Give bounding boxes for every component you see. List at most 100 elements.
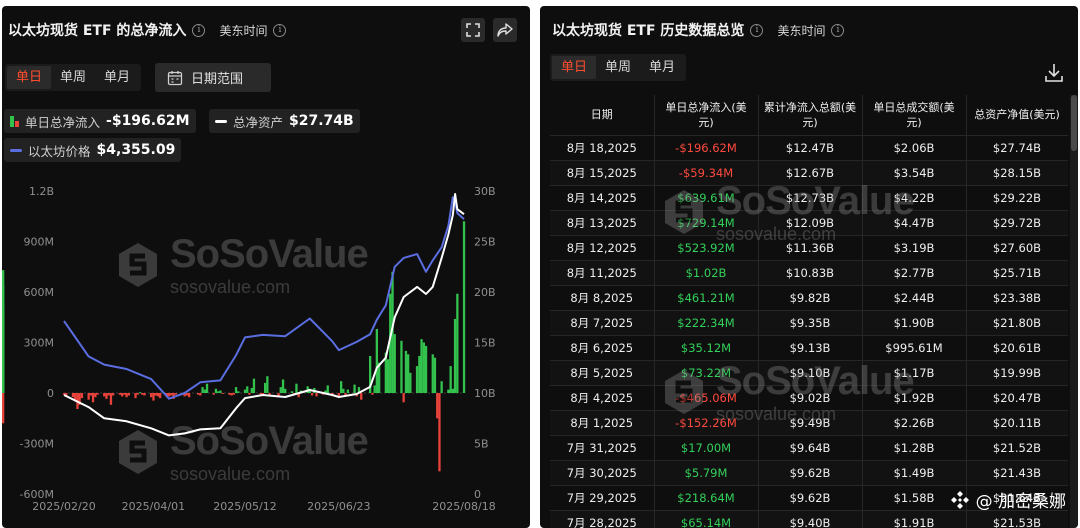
table-row[interactable]: 8月 18,2025 -$196.62M $12.47B $2.06B $27.74B xyxy=(550,135,1068,161)
inflow-bar xyxy=(199,393,202,396)
cell-cumulative: $9.62B xyxy=(758,460,863,486)
cell-cumulative: $9.02B xyxy=(758,385,863,411)
right-title-row: 以太坊现货 ETF 历史数据总览 i 美东时间 i xyxy=(552,20,845,40)
cell-net-inflow: $35.12M xyxy=(654,335,759,361)
legend-net-inflow[interactable]: 单日总净流入 -$196.62M xyxy=(4,109,196,133)
inflow-bar xyxy=(420,339,423,393)
cell-date: 8月 18,2025 xyxy=(550,135,655,161)
inflow-bar xyxy=(404,350,408,393)
cell-cumulative: $9.49B xyxy=(758,410,863,436)
bar-swatch-icon xyxy=(10,115,19,127)
cell-cumulative: $12.73B xyxy=(758,185,863,211)
cell-date: 7月 29,2025 xyxy=(550,485,655,511)
y-right-tick-label: 30B xyxy=(474,185,496,198)
inflow-bar xyxy=(2,305,5,393)
tab-daily[interactable]: 单日 xyxy=(552,56,597,79)
cell-net-inflow: $65.14M xyxy=(654,510,759,528)
tab-weekly[interactable]: 单周 xyxy=(596,56,640,79)
legend-net-assets-value: $27.74B xyxy=(289,113,354,129)
author-credit: @ 加密桑娜 xyxy=(950,487,1066,512)
y-right-tick-label: 20B xyxy=(474,286,496,299)
cell-net-inflow: -$152.26M xyxy=(654,410,759,436)
inflow-bar xyxy=(264,382,267,393)
tab-daily[interactable]: 单日 xyxy=(7,66,52,89)
inflow-bar xyxy=(174,393,177,395)
table-row[interactable]: 8月 8,2025 $461.21M $9.82B $2.44B $23.38B xyxy=(550,285,1068,311)
fullscreen-button[interactable] xyxy=(461,18,485,42)
cell-date: 7月 31,2025 xyxy=(550,435,655,461)
cell-date: 8月 4,2025 xyxy=(550,385,655,411)
legend-net-assets[interactable]: 总净资产 $27.74B xyxy=(209,109,360,133)
inflow-bar xyxy=(219,390,222,393)
info-icon[interactable]: i xyxy=(750,23,764,37)
cell-date: 7月 28,2025 xyxy=(550,510,655,528)
inflow-bar xyxy=(185,393,189,396)
inflow-bar xyxy=(152,393,155,401)
inflow-bar xyxy=(268,393,271,395)
cell-nav: $20.47B xyxy=(966,385,1068,411)
cell-volume: $3.19B xyxy=(862,235,967,261)
table-row[interactable]: 8月 7,2025 $222.34M $9.35B $1.90B $21.80B xyxy=(550,310,1068,336)
cell-net-inflow: $1.02B xyxy=(654,260,759,286)
cell-volume: $1.92B xyxy=(862,385,967,411)
table-row[interactable]: 8月 5,2025 $73.22M $9.10B $1.17B $19.99B xyxy=(550,360,1068,386)
table-row[interactable]: 7月 28,2025 $65.14M $9.40B $1.91B $21.53B xyxy=(550,510,1068,528)
table-row[interactable]: 8月 11,2025 $1.02B $10.83B $2.77B $25.71B xyxy=(550,260,1068,286)
table-row[interactable]: 8月 1,2025 -$152.26M $9.49B $2.26B $20.11B xyxy=(550,410,1068,436)
tab-monthly[interactable]: 单月 xyxy=(95,66,139,89)
col-header-net-inflow[interactable]: 单日总净流入(美元) xyxy=(654,95,759,136)
table-row[interactable]: 7月 31,2025 $17.00M $9.64B $1.28B $21.52B xyxy=(550,435,1068,461)
table-row[interactable]: 8月 6,2025 $35.12M $9.13B $995.61M $20.61B xyxy=(550,335,1068,361)
col-header-volume[interactable]: 单日总成交额(美元) xyxy=(862,95,967,136)
table-row[interactable]: 8月 4,2025 -$465.06M $9.02B $1.92B $20.47B xyxy=(550,385,1068,411)
cell-cumulative: $12.47B xyxy=(758,135,863,161)
download-icon[interactable] xyxy=(1044,62,1064,84)
cell-volume: $1.91B xyxy=(862,510,967,528)
cell-net-inflow: $5.79M xyxy=(654,460,759,486)
inflow-bar xyxy=(109,393,113,405)
cell-date: 8月 14,2025 xyxy=(550,185,655,211)
x-tick-label: 2025/04/01 xyxy=(122,500,185,513)
x-tick-label: 2025/02/20 xyxy=(32,500,95,513)
table-scrollbar[interactable] xyxy=(1070,95,1078,528)
legend-eth-price-value: $4,355.09 xyxy=(96,142,176,158)
col-header-nav[interactable]: 总资产净值(美元) xyxy=(966,95,1068,136)
table-row[interactable]: 7月 30,2025 $5.79M $9.62B $1.49B $21.43B xyxy=(550,460,1068,486)
cell-date: 8月 15,2025 xyxy=(550,160,655,186)
inflow-bar xyxy=(232,393,235,395)
inflow-bar xyxy=(156,393,159,397)
y-left-tick-label: 1.2B xyxy=(29,185,54,198)
left-period-tabs: 单日 单周 单月 xyxy=(5,64,142,91)
date-range-button[interactable]: 日期范围 xyxy=(155,63,271,92)
inflow-bar xyxy=(407,354,410,393)
inflow-bar xyxy=(248,393,251,395)
legend-eth-price[interactable]: 以太坊价格 $4,355.09 xyxy=(4,138,182,162)
inflow-bar xyxy=(431,354,434,393)
y-left-tick-label: 600M xyxy=(24,286,55,299)
col-header-date[interactable]: 日期 xyxy=(550,95,655,136)
history-table-container[interactable]: 日期 单日总净流入(美元) 累计净流入总额(美元) 单日总成交额(美元) 总资产… xyxy=(550,95,1068,528)
table-row[interactable]: 8月 12,2025 $523.92M $11.36B $3.19B $27.60B xyxy=(550,235,1068,261)
tab-monthly[interactable]: 单月 xyxy=(640,56,684,79)
inflow-bar xyxy=(315,393,318,397)
col-header-cumulative[interactable]: 累计净流入总额(美元) xyxy=(758,95,863,136)
table-row[interactable]: 8月 14,2025 $639.61M $12.73B $4.22B $29.22B xyxy=(550,185,1068,211)
timezone-info-icon[interactable]: i xyxy=(831,23,845,37)
cell-net-inflow: $17.00M xyxy=(654,435,759,461)
timezone-info-icon[interactable]: i xyxy=(273,23,287,37)
inflow-bar xyxy=(284,388,287,393)
legend-net-inflow-value: -$196.62M xyxy=(106,113,190,129)
scrollbar-thumb[interactable] xyxy=(1071,95,1077,151)
cell-nav: $29.22B xyxy=(966,185,1068,211)
cell-date: 8月 5,2025 xyxy=(550,360,655,386)
inflow-bar xyxy=(203,389,206,393)
table-row[interactable]: 8月 13,2025 $729.14M $12.09B $4.47B $29.72B xyxy=(550,210,1068,236)
table-row[interactable]: 8月 15,2025 -$59.34M $12.67B $3.54B $28.15B xyxy=(550,160,1068,186)
inflow-bar xyxy=(243,389,247,393)
legend-eth-price-label: 以太坊价格 xyxy=(28,143,91,159)
cell-volume: $1.49B xyxy=(862,460,967,486)
inflow-bar xyxy=(103,393,106,397)
share-button[interactable] xyxy=(493,18,517,42)
info-icon[interactable]: i xyxy=(192,23,206,37)
tab-weekly[interactable]: 单周 xyxy=(51,66,95,89)
